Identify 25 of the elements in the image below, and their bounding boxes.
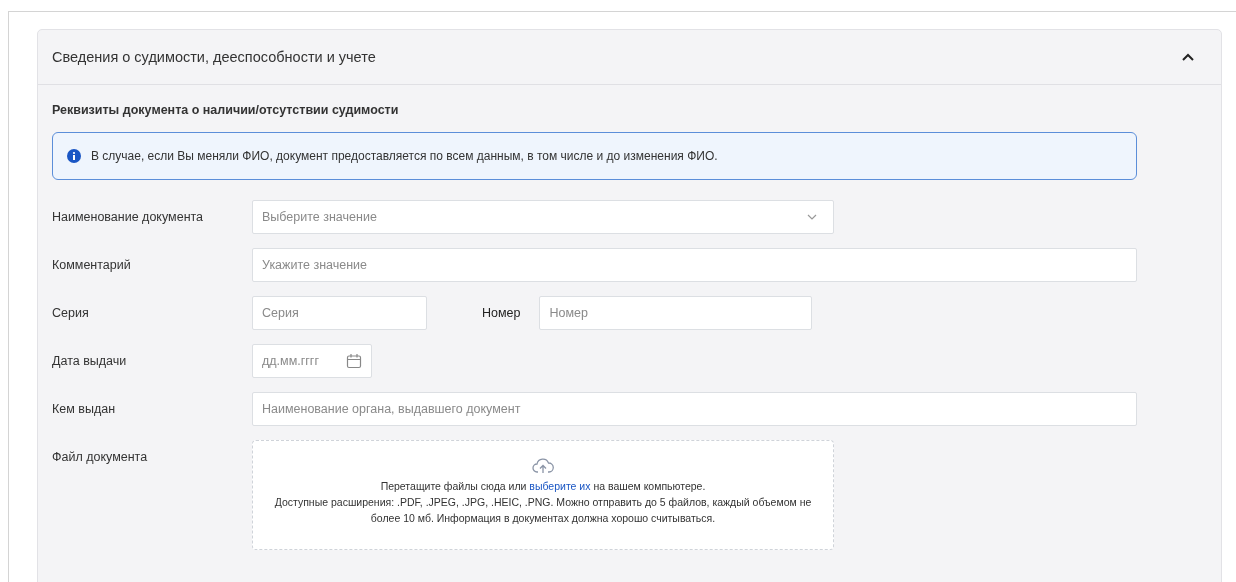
subsection-title: Реквизиты документа о наличии/отсутствии судимости: [52, 103, 400, 117]
select-field[interactable]: Выберите значение: [252, 200, 834, 234]
input-field[interactable]: Номер: [539, 296, 813, 330]
info-icon: [67, 149, 81, 163]
input-field[interactable]: Серия: [252, 296, 427, 330]
file-drop-zone[interactable]: [252, 440, 834, 550]
chevron-icon: [1181, 52, 1195, 62]
field-label: Номер: [482, 305, 521, 322]
field-label: Файл документа: [52, 449, 149, 466]
field-label: Серия: [52, 305, 90, 322]
choose-files-link[interactable]: выберите их: [529, 480, 591, 492]
info-text: В случае, если Вы меняли ФИО, документ предоставляется по всем данным, в том числе и до изменения ФИО.: [91, 149, 718, 163]
input-field[interactable]: Наименование органа, выдавшего документ: [252, 392, 1137, 426]
field-label: Комментарий: [52, 257, 132, 274]
upload-hint: Доступные расширения: .PDF, .JPEG, .JPG, .HEIC, .PNG. Можно отправить до 5 файлов, каждый объемом не более 10 мб. Информация в документах должна хорошо считываться.: [273, 495, 813, 526]
field-label: Наименование документа: [52, 209, 205, 226]
input-field[interactable]: Укажите значение: [252, 248, 1137, 282]
caret-icon: [807, 214, 817, 220]
date-field[interactable]: дд.мм.гггг: [252, 344, 372, 378]
field-label: Кем выдан: [52, 401, 117, 418]
section-title: Сведения о судимости, дееспособности и учете: [52, 49, 376, 65]
calendar-icon: [346, 353, 362, 369]
upload-instruction: Перетащите файлы сюда или выберите их на вашем компьютере.: [380, 479, 706, 494]
field-label: Дата выдачи: [52, 353, 128, 370]
cloud-upload-icon: [532, 457, 554, 474]
